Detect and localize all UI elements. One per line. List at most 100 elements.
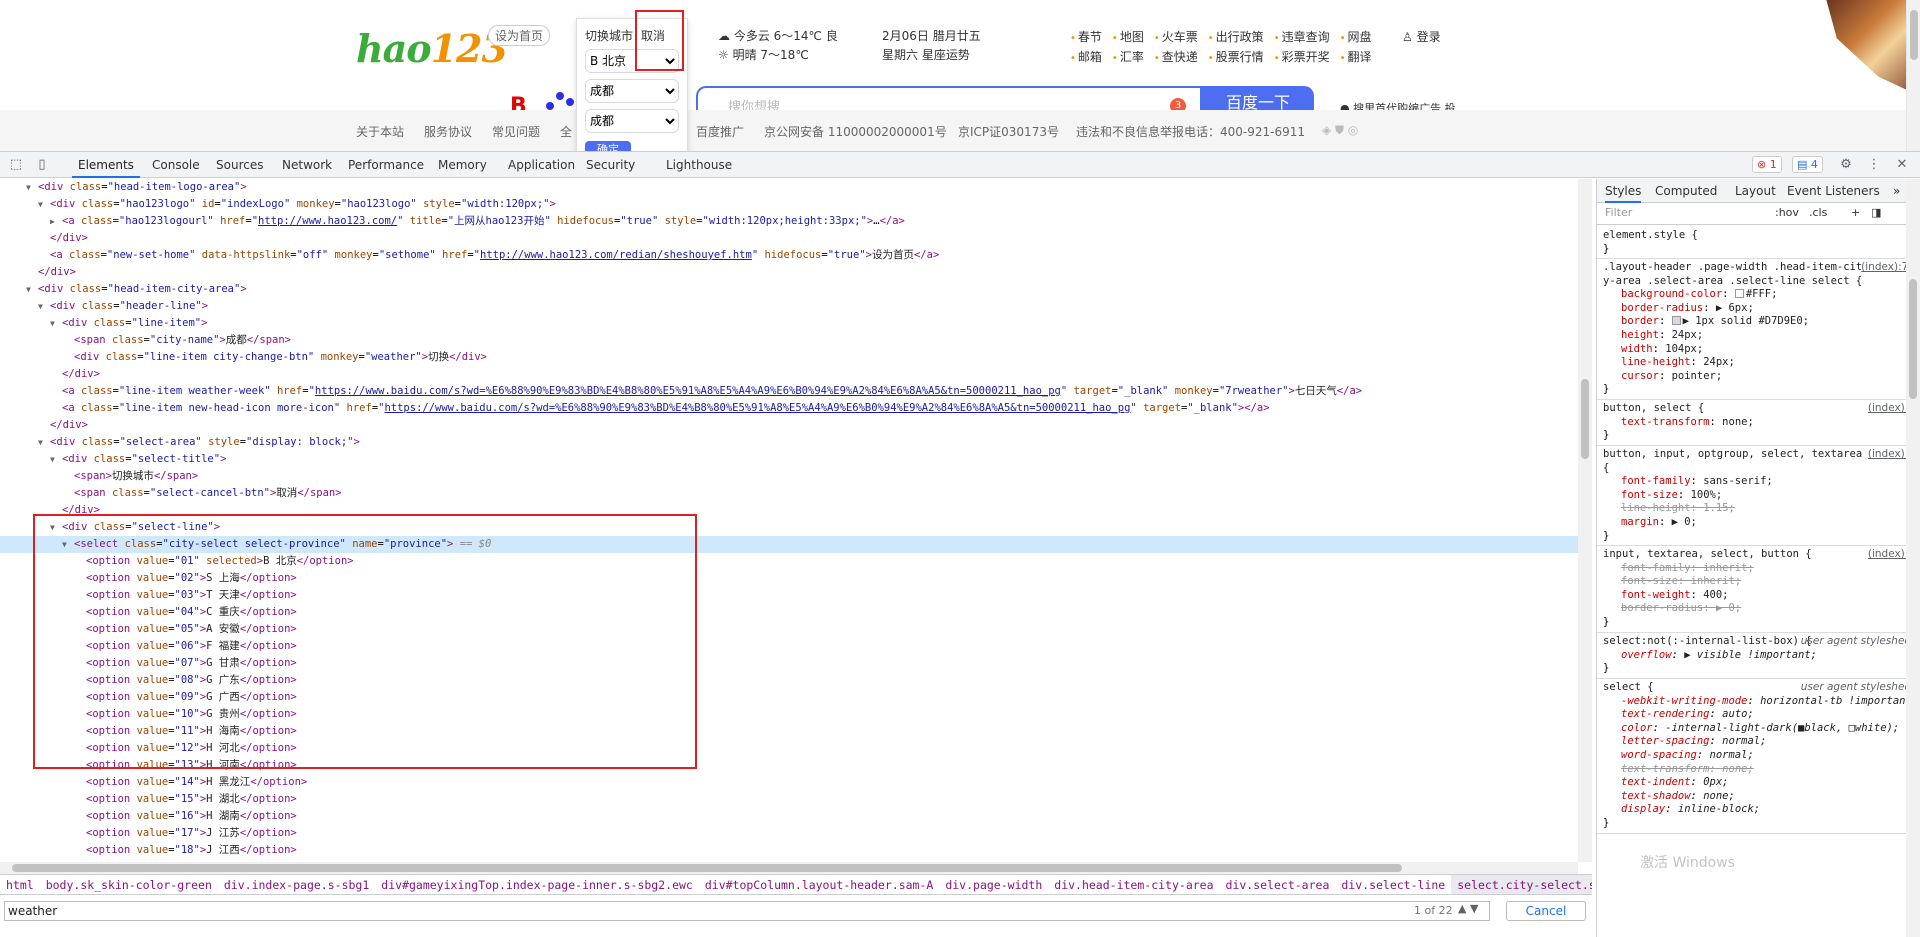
css-property[interactable]: width [1621,343,1653,355]
style-declaration[interactable]: border-radius: ▶ 6px; [1603,302,1917,316]
tab-network[interactable]: Network [276,152,338,178]
breadcrumb-item[interactable]: body.sk_skin-color-green [40,875,218,894]
style-rule[interactable]: select:not(:-internal-list-box) {user ag… [1597,633,1920,679]
gear-icon[interactable]: ⚙ [1838,157,1854,173]
css-property[interactable]: text-rendering [1621,708,1710,720]
tab-layout[interactable]: Layout [1735,179,1776,203]
style-declaration[interactable]: background-color: #FFF; [1603,288,1917,302]
expand-triangle-icon[interactable]: ▼ [38,196,50,213]
inspect-icon[interactable]: ⬚ [8,157,24,173]
hao123-logo[interactable]: hao123 [356,26,508,71]
color-swatch[interactable] [1671,316,1681,326]
css-property[interactable]: font-family [1621,562,1691,574]
css-value[interactable]: 104px; [1665,343,1703,355]
dom-node[interactable]: </div> [0,366,1578,383]
tab-lighthouse[interactable]: Lighthouse [660,152,738,178]
district-select[interactable]: 成都 [585,109,679,133]
login-link[interactable]: ♙ 登录 [1402,28,1441,45]
dom-node[interactable]: <div class="line-item city-change-btn" m… [0,349,1578,366]
style-declaration[interactable]: font-weight: 400; [1603,589,1917,603]
dom-node[interactable]: <span class="city-name">成都</span> [0,332,1578,349]
dom-node[interactable]: <a class="line-item new-head-icon more-i… [0,400,1578,417]
tab-event-listeners[interactable]: Event Listeners [1787,179,1880,203]
expand-triangle-icon[interactable]: ▼ [38,298,50,315]
tab-security[interactable]: Security [580,152,641,178]
style-declaration[interactable]: font-family: sans-serif; [1603,475,1917,489]
quick-link[interactable]: 邮箱 [1070,48,1102,68]
error-count-badge[interactable]: ⊗ 1 [1752,156,1782,173]
style-rule[interactable]: button, input, optgroup, select, textare… [1597,446,1920,547]
quick-link[interactable]: 汇率 [1112,48,1144,68]
footer-link[interactable]: 常见问题 [492,123,540,140]
expand-triangle-icon[interactable]: ▼ [50,451,62,468]
search-box[interactable]: 搜你想搜 [696,86,1202,115]
expand-triangle-icon[interactable]: ▼ [26,281,38,298]
style-declaration[interactable]: line-height: 1.15; [1603,502,1917,516]
tab-memory[interactable]: Memory [432,152,493,178]
footer-link[interactable]: 违法和不良信息举报电话：400-921-6911 [1076,123,1305,140]
style-declaration[interactable]: font-size: 100%; [1603,489,1917,503]
dom-node[interactable]: </div> [0,230,1578,247]
css-property[interactable]: word-spacing [1621,749,1697,761]
expand-triangle-icon[interactable]: ▼ [26,179,38,196]
quick-link[interactable]: 查快递 [1154,48,1198,68]
css-property[interactable]: letter-spacing [1621,735,1710,747]
page-scrollbar[interactable] [1906,0,1920,151]
dom-node[interactable]: </div> [0,264,1578,281]
css-property[interactable]: background-color [1621,288,1722,300]
style-declaration[interactable]: letter-spacing: normal; [1603,735,1917,749]
css-value[interactable]: ▶ 0; [1672,516,1697,528]
dom-node[interactable]: ▼ <div class="hao123logo" id="indexLogo" … [0,196,1578,213]
cls-toggle[interactable]: .cls [1809,206,1827,219]
dom-node[interactable]: <a class="line-item weather-week" href="… [0,383,1578,400]
tab-styles[interactable]: Styles [1605,179,1642,203]
css-property[interactable]: text-indent [1621,776,1691,788]
city-confirm-button[interactable]: 确定 [585,141,631,151]
css-property[interactable]: text-transform [1621,763,1710,775]
css-property[interactable]: font-size [1621,489,1678,501]
css-property[interactable]: text-transform [1621,416,1710,428]
css-value[interactable]: none; [1722,416,1754,428]
css-value[interactable]: 24px; [1672,329,1704,341]
hov-toggle[interactable]: :hov [1775,206,1799,219]
breadcrumb-item[interactable]: html [0,875,40,894]
css-value[interactable]: inherit; [1703,562,1754,574]
css-value[interactable]: ▶ 0; [1716,602,1741,614]
css-value[interactable]: ▶ 1px solid #D7D9E0; [1683,315,1809,327]
footer-link[interactable]: 关于本站 [356,123,404,140]
dom-node[interactable]: <option value="14">H 黑龙江</option> [0,774,1578,791]
quick-link[interactable]: 火车票 [1154,28,1198,48]
css-value[interactable]: auto; [1722,708,1754,720]
css-property[interactable]: font-size [1621,575,1678,587]
css-value[interactable]: normal; [1722,735,1766,747]
dom-node[interactable]: ▼ <div class="head-item-logo-area"> [0,179,1578,196]
quick-link[interactable]: 地图 [1112,28,1144,48]
dom-tree-hscrollbar[interactable] [0,862,1578,874]
dom-node[interactable]: <a class="new-set-home" data-httpslink="… [0,247,1578,264]
css-value[interactable]: inline-block; [1678,803,1760,815]
css-value[interactable]: ▶ 6px; [1716,302,1754,314]
breadcrumb-item[interactable]: div.page-width [939,875,1048,894]
style-declaration[interactable]: display: inline-block; [1603,803,1917,817]
style-declaration[interactable]: font-family: inherit; [1603,562,1917,576]
css-property[interactable]: border [1621,315,1659,327]
breadcrumb-item[interactable]: div#gameyixingTop.index-page-inner.s-sbg… [375,875,699,894]
color-swatch[interactable] [1734,289,1744,299]
breadcrumb-item[interactable]: div.index-page.s-sbg1 [218,875,375,894]
css-value[interactable]: 400; [1703,589,1728,601]
footer-link[interactable]: 全 [560,123,572,140]
css-value[interactable]: 0px; [1703,776,1728,788]
dom-node[interactable]: ▼ <div class="select-title"> [0,451,1578,468]
expand-triangle-icon[interactable]: ▼ [38,434,50,451]
breadcrumb-item[interactable]: div.select-line [1335,875,1451,894]
dom-node[interactable]: <option value="18">J 江西</option> [0,842,1578,859]
styles-filter-input[interactable]: Filter [1605,206,1632,219]
style-declaration[interactable]: cursor: pointer; [1603,370,1917,384]
dom-node[interactable]: ▼ <div class="line-item"> [0,315,1578,332]
style-declaration[interactable]: font-size: inherit; [1603,575,1917,589]
css-value[interactable]: none; [1703,790,1735,802]
css-property[interactable]: display [1621,803,1665,815]
css-value[interactable]: horizontal-tb !important; [1760,695,1918,707]
css-value[interactable]: inherit; [1691,575,1742,587]
breadcrumb-item[interactable]: div.select-area [1220,875,1336,894]
